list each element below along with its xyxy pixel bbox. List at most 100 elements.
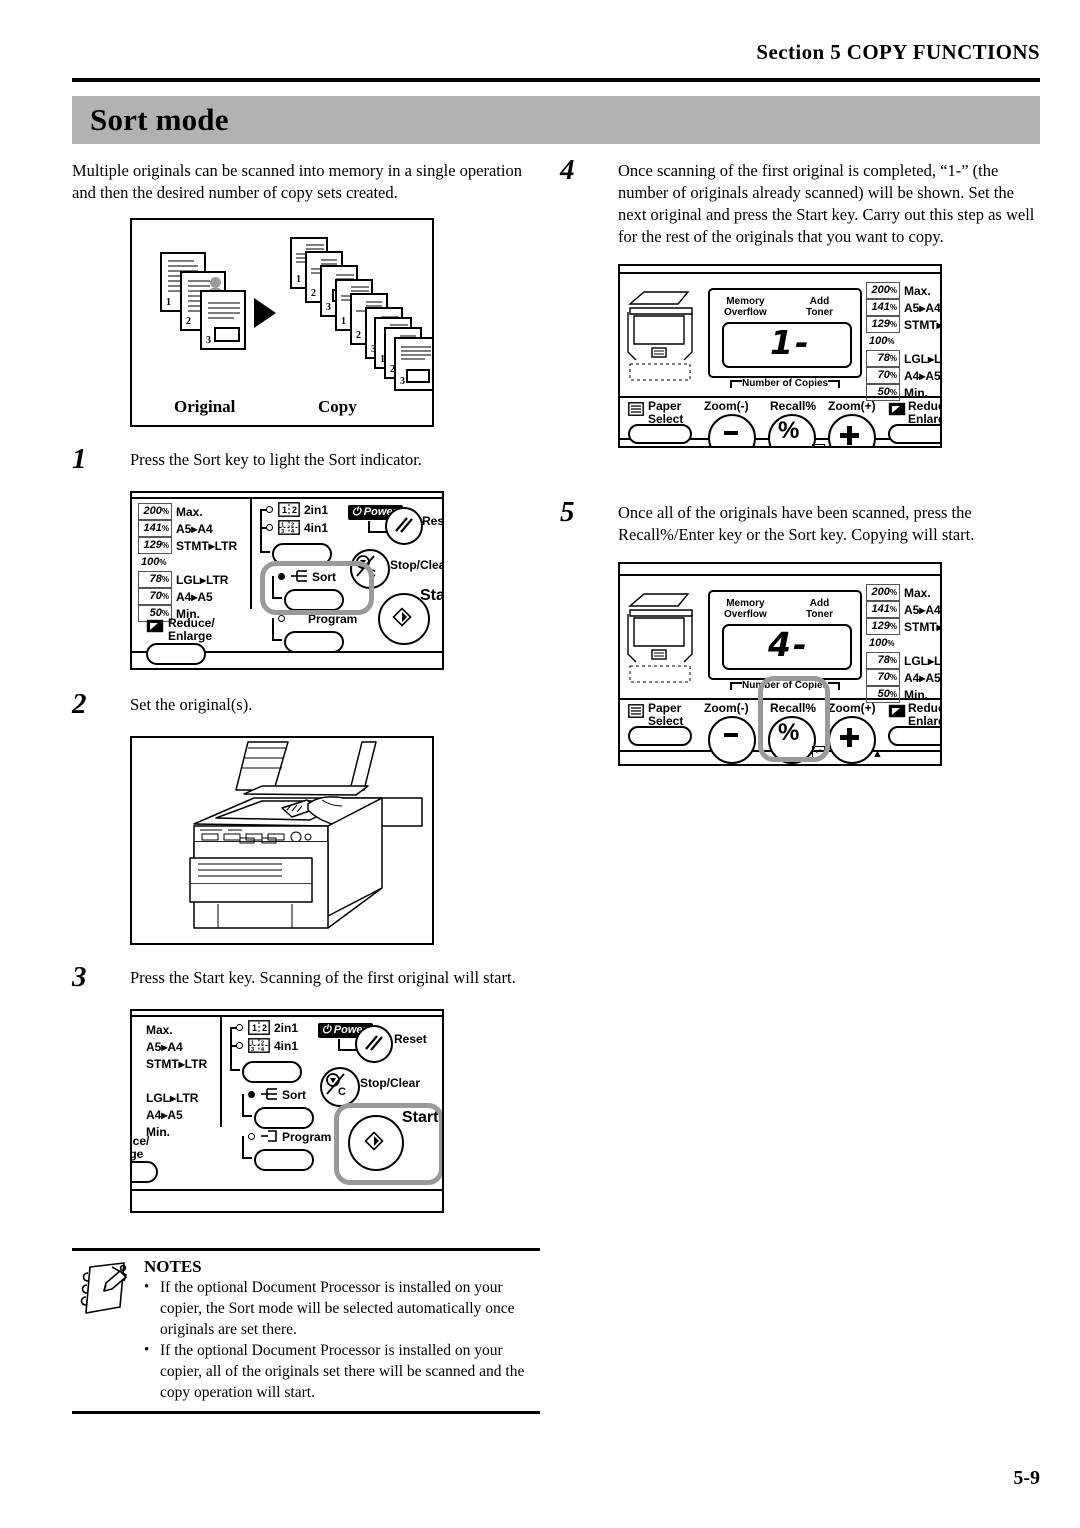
notes-section: NOTES If the optional Document Processor… (72, 1248, 540, 1414)
start-icon (364, 1131, 384, 1151)
left-column: Multiple originals can be scanned into m… (72, 160, 542, 1213)
stop-clear-icon: C (356, 555, 376, 580)
step-3: 3 Press the Start key. Scanning of the f… (72, 961, 542, 997)
reduce-enlarge-button[interactable] (888, 726, 940, 746)
copy-caption: Copy (318, 397, 357, 416)
reduce-enlarge-button[interactable] (146, 643, 206, 665)
sort-icon (291, 570, 307, 582)
svg-text:C: C (368, 568, 376, 580)
original-caption: Original (174, 397, 236, 416)
stop-clear-label: Stop/Clear (390, 558, 442, 572)
copier-line-art (189, 741, 423, 929)
paper-select-button[interactable] (628, 726, 692, 746)
percent-icon: % (778, 719, 800, 746)
svg-text:2: 2 (291, 523, 294, 529)
step-text: Press the Start key. Scanning of the fir… (130, 968, 516, 987)
sort-led (278, 573, 285, 580)
reduce-enlarge-label: Reduce/Enlarge (168, 616, 215, 643)
combine-button[interactable] (272, 543, 332, 565)
section-header: Section 5 COPY FUNCTIONS (756, 40, 1040, 64)
right-column: 4 Once scanning of the first original is… (560, 154, 1040, 766)
paper-select-button[interactable] (628, 424, 692, 444)
zoom-down-arrow-icon: ▼ (752, 446, 763, 448)
four-in-one-led (266, 524, 273, 531)
ratio-row: 100% (141, 556, 167, 568)
two-in-one-icon: 1 2 (278, 502, 300, 517)
notepad-icon (80, 1262, 127, 1314)
ratio-row: 129% STMT▸LTR (138, 537, 237, 554)
start-label: Start (420, 587, 442, 604)
ratio-row: 200% Max. (138, 503, 237, 520)
svg-text:2: 2 (262, 1023, 267, 1033)
reduce-enlarge-button[interactable] (132, 1161, 158, 1183)
memory-overflow-label: Memory Overflow (724, 296, 767, 318)
step-number: 4 (560, 154, 575, 186)
enter-icon: ↵ (812, 444, 825, 446)
program-button[interactable] (284, 631, 344, 653)
svg-text:1: 1 (252, 1023, 257, 1033)
copy-count-display: 4- (722, 624, 852, 670)
four-in-one-led (236, 1042, 243, 1049)
plus-icon (840, 426, 859, 445)
zoom-ratio-list: 200%Max. 141%A5▸A4 129%STMT▸LTR 100% 78%… (866, 584, 940, 703)
zoom-up-arrow-icon: ▲ (872, 446, 883, 448)
stop-clear-label: Stop/Clear (360, 1076, 421, 1090)
step-4: 4 Once scanning of the first original is… (560, 154, 1040, 248)
program-icon (261, 1130, 277, 1142)
reduce-enlarge-label: duce/arge (130, 1134, 150, 1161)
copy-count-display: 1- (722, 322, 852, 368)
step-number: 3 (72, 961, 87, 993)
step-1: 1 Press the Sort key to light the Sort i… (72, 443, 542, 479)
two-in-one-led (236, 1024, 243, 1031)
zoom-plus-label: Zoom(+) (828, 701, 876, 715)
step-number: 5 (560, 496, 575, 528)
notes-bottom-rule (72, 1411, 540, 1414)
page-number: 5-9 (1013, 1467, 1040, 1489)
control-panel-figure-step1: 200% Max. 141% A5▸A4 129% STMT▸LTR 100% (130, 491, 444, 670)
program-button[interactable] (254, 1149, 314, 1171)
four-in-one-icon: 1 2 3 4 (248, 1038, 270, 1053)
svg-text:1: 1 (251, 1041, 254, 1047)
intro-paragraph: Multiple originals can be scanned into m… (72, 161, 522, 202)
copier-status-icon (627, 291, 693, 381)
reset-label: Reset (394, 1032, 427, 1046)
svg-text:3: 3 (281, 529, 284, 535)
zoom-minus-label: Zoom(-) (704, 399, 749, 413)
step-number: 2 (72, 688, 87, 720)
minus-icon (724, 431, 738, 435)
zoom-minus-button[interactable] (708, 716, 756, 764)
original-doc-label: 1 (166, 297, 171, 308)
step-5: 5 Once all of the originals have been sc… (560, 496, 1040, 546)
sort-button[interactable] (284, 589, 344, 611)
enter-icon: ↵ (812, 746, 825, 758)
sort-button[interactable] (254, 1107, 314, 1129)
notes-title: NOTES (144, 1257, 202, 1276)
two-in-one-label: 2in1 (274, 1021, 299, 1035)
two-in-one-led (266, 506, 273, 513)
combine-button[interactable] (242, 1061, 302, 1083)
step-2: 2 Set the original(s). (72, 688, 542, 724)
svg-text:2: 2 (261, 1041, 264, 1047)
sort-concept-figure: 1 2 3 1 2 3 1 2 1 2 3 Original Copy (130, 218, 434, 427)
manual-page: Section 5 COPY FUNCTIONS Sort mode Multi… (0, 0, 1080, 1528)
zoom-ratio-list: 200%Max. 141%A5▸A4 129%STMT▸LTR 100% 78%… (866, 282, 940, 401)
reduce-enlarge-button[interactable] (888, 424, 940, 444)
memory-overflow-label: Memory Overflow (724, 598, 767, 620)
svg-text:3: 3 (251, 1047, 254, 1053)
program-led (248, 1133, 255, 1140)
paper-select-icon (628, 402, 644, 416)
page-title-band: Sort mode (72, 96, 1040, 144)
ratio-row: 70% A4▸A5 (138, 588, 237, 605)
flow-arrow-icon (254, 298, 276, 328)
sort-label: Sort (282, 1088, 306, 1102)
program-led (278, 615, 285, 622)
add-toner-label: Add Toner (806, 598, 834, 620)
svg-text:1: 1 (281, 523, 284, 529)
control-panel-figure-step4: Memory Overflow Add Toner 1- Number of Cop… (618, 264, 942, 448)
copier-status-icon (627, 593, 693, 683)
lcd-display: Memory Overflow Add Toner 4- (708, 590, 862, 680)
number-of-copies-label: Number of Copies (742, 378, 829, 389)
original-doc-3: 3 (200, 290, 246, 350)
percent-icon: % (778, 417, 800, 444)
reduce-enlarge-icon (888, 704, 906, 718)
